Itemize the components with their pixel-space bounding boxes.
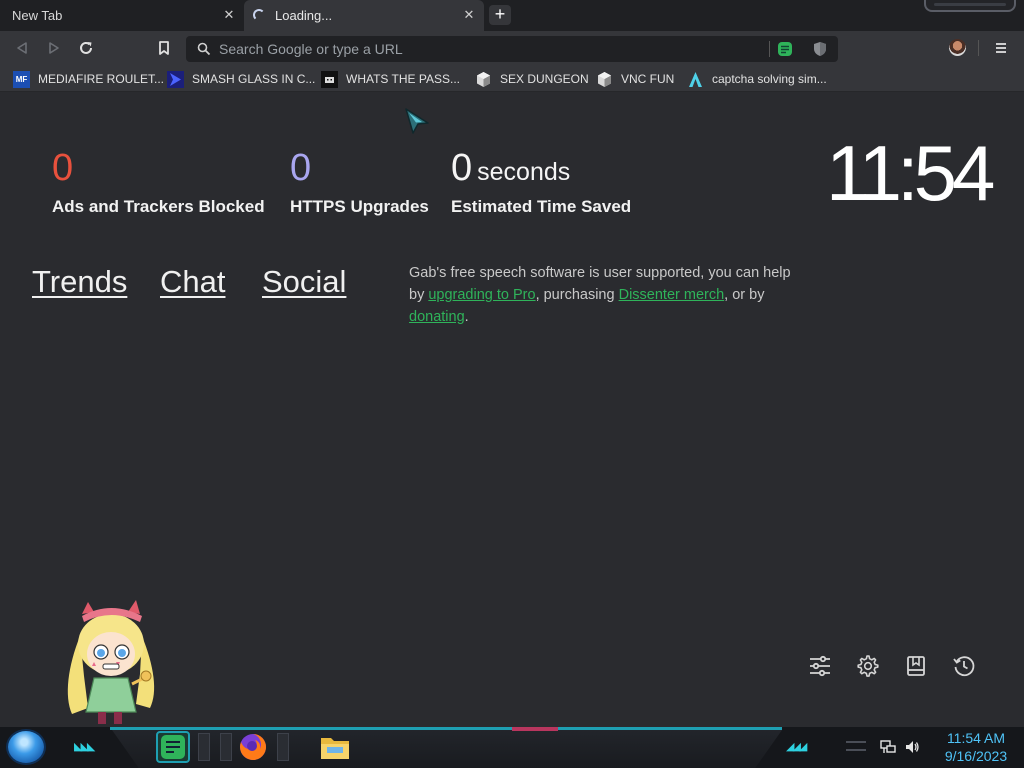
taskbar-chevrons-decoration: ◢◢◢	[786, 741, 807, 753]
bookmarks-bar: MF MEDIAFIRE ROULET... SMASH GLASS IN C.…	[0, 66, 1024, 92]
address-placeholder: Search Google or type a URL	[219, 41, 403, 57]
upgrade-pro-link[interactable]: upgrading to Pro	[428, 287, 535, 303]
back-button[interactable]	[11, 37, 33, 59]
folder-icon	[321, 738, 349, 759]
bookmarks-book-icon[interactable]	[904, 654, 928, 678]
time-saved-label: Estimated Time Saved	[451, 197, 632, 216]
bookmark-label: MEDIAFIRE ROULET...	[38, 72, 165, 86]
clock: 11:54	[826, 129, 995, 217]
donating-link[interactable]: donating	[409, 309, 465, 325]
bookmark-item[interactable]: captcha solving sim...	[687, 70, 827, 88]
address-bar[interactable]: Search Google or type a URL	[186, 36, 838, 62]
ads-blocked-label: Ads and Trackers Blocked	[52, 197, 265, 216]
gab-text-part: .	[464, 309, 469, 325]
time-saved-count: 0	[451, 147, 473, 189]
social-link[interactable]: Social	[262, 264, 346, 300]
close-icon[interactable]: ✕	[462, 8, 476, 22]
shield-icon[interactable]	[813, 41, 827, 57]
taskbar-divider	[220, 733, 232, 761]
taskbar-time: 11:54 AM	[946, 730, 1006, 746]
toolbar-divider	[978, 40, 979, 56]
bookmark-item[interactable]: MF MEDIAFIRE ROULET...	[13, 70, 164, 88]
https-upgrades-count: 0	[290, 147, 312, 189]
taskbar-app-file-explorer[interactable]	[318, 731, 352, 763]
bookmark-label: captcha solving sim...	[712, 72, 827, 86]
trends-link[interactable]: Trends	[32, 264, 127, 300]
chevron-logo-icon	[167, 70, 184, 88]
profile-avatar[interactable]	[949, 39, 966, 56]
time-saved-value: 0 seconds	[451, 148, 570, 192]
chat-link[interactable]: Chat	[160, 264, 225, 300]
taskbar: ◣◣◣ ◢◢◢ 11:54 AM 9/16/2023	[0, 727, 1024, 768]
cube-icon	[477, 71, 490, 87]
taskbar-clock[interactable]: 11:54 AM 9/16/2023	[936, 729, 1016, 765]
customize-sliders-icon[interactable]	[808, 654, 832, 678]
bookmark-icon	[159, 41, 169, 55]
bookmark-label: VNC FUN	[621, 72, 675, 86]
dissenter-extension-icon[interactable]	[777, 41, 793, 57]
network-icon[interactable]	[880, 739, 896, 755]
taskbar-chevrons-decoration: ◣◣◣	[74, 741, 95, 753]
bookmark-item[interactable]: SMASH GLASS IN C...	[167, 70, 315, 88]
dissenter-merch-link[interactable]: Dissenter merch	[619, 287, 725, 303]
loading-spinner-icon	[253, 9, 265, 21]
bookmark-item[interactable]: WHATS THE PASS...	[321, 70, 460, 88]
gab-text-part: , or by	[724, 287, 765, 303]
bookmark-label: SMASH GLASS IN C...	[192, 72, 316, 86]
forward-button[interactable]	[43, 37, 65, 59]
bookmark-button[interactable]	[153, 37, 175, 59]
gab-text-part: , purchasing	[535, 287, 619, 303]
history-clock-icon[interactable]	[952, 654, 976, 678]
back-icon	[17, 42, 27, 54]
tab-label: Loading...	[275, 8, 333, 23]
tab-strip: New Tab ✕ Loading... ✕ +	[0, 0, 1024, 31]
taskbar-panel	[112, 730, 782, 768]
toolbar: Search Google or type a URL	[0, 31, 1024, 66]
ads-blocked-count: 0	[52, 147, 74, 189]
mediafire-icon: MF	[13, 70, 30, 88]
forward-icon	[49, 42, 59, 54]
tab-label: New Tab	[12, 8, 63, 23]
https-upgrades-label: HTTPS Upgrades	[290, 197, 429, 216]
menu-icon[interactable]	[993, 40, 1009, 56]
taskbar-accent-mark	[512, 727, 558, 731]
bookmark-label: SEX DUNGEON	[500, 72, 589, 86]
settings-gear-icon[interactable]	[856, 654, 880, 678]
bookmark-item[interactable]: VNC FUN	[596, 70, 674, 88]
firefox-icon	[240, 734, 266, 760]
window-frame-decoration	[924, 0, 1016, 12]
reload-icon	[80, 41, 92, 54]
time-saved-unit: seconds	[477, 158, 571, 186]
taskbar-divider	[277, 733, 289, 761]
taskbar-accent-line	[110, 727, 782, 730]
new-tab-button[interactable]: +	[489, 5, 511, 25]
taskbar-decoration	[846, 741, 866, 751]
cube-icon	[598, 71, 611, 87]
dissenter-icon	[161, 735, 185, 759]
taskbar-app-firefox[interactable]	[236, 731, 270, 763]
tab-loading[interactable]: Loading... ✕	[244, 0, 484, 31]
gab-support-message: Gab's free speech software is user suppo…	[409, 262, 809, 328]
reload-button[interactable]	[75, 37, 97, 59]
start-button[interactable]	[8, 731, 44, 763]
taskbar-app-dissenter[interactable]	[156, 731, 190, 763]
bookmark-label: WHATS THE PASS...	[346, 72, 461, 86]
bookmark-item[interactable]: SEX DUNGEON	[475, 70, 589, 88]
cartoon-character-mascot	[67, 600, 155, 724]
volume-icon[interactable]	[904, 739, 920, 755]
tab-new-tab[interactable]: New Tab ✕	[0, 0, 244, 31]
omnibox-divider	[769, 41, 770, 57]
taskbar-divider	[198, 733, 210, 761]
arch-logo-icon	[689, 71, 702, 87]
close-icon[interactable]: ✕	[222, 8, 236, 22]
robot-icon	[321, 70, 338, 88]
search-icon	[197, 42, 211, 56]
taskbar-date: 9/16/2023	[944, 748, 1008, 764]
desktop: New Tab ✕ Loading... ✕ + Search Google o…	[0, 0, 1024, 768]
mouse-cursor-icon	[405, 108, 429, 134]
